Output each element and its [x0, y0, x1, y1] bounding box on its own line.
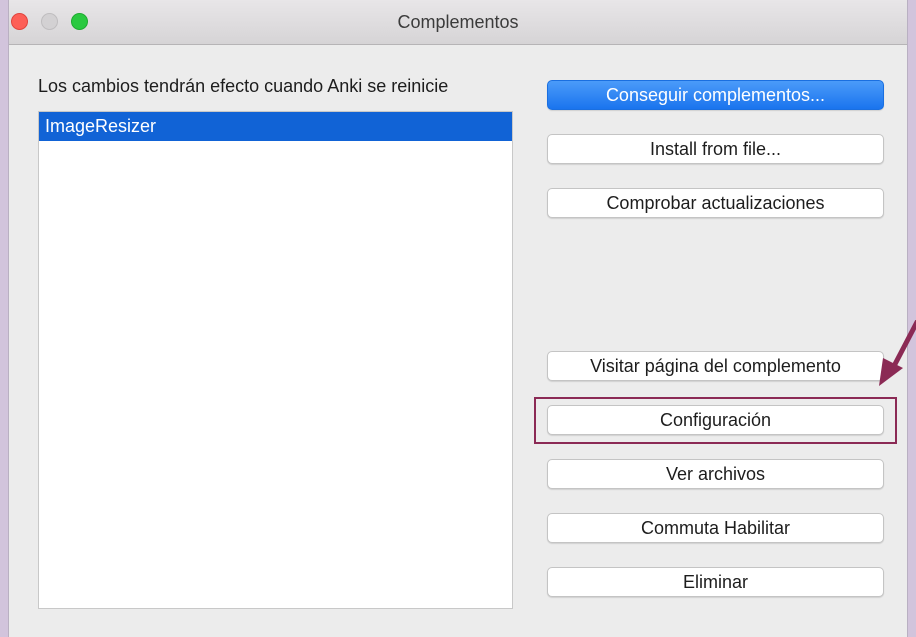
title-bar: Complementos: [9, 0, 907, 45]
visit-addon-page-button[interactable]: Visitar página del complemento: [547, 351, 884, 381]
get-addons-button[interactable]: Conseguir complementos...: [547, 80, 884, 110]
install-from-file-button[interactable]: Install from file...: [547, 134, 884, 164]
restart-notice: Los cambios tendrán efecto cuando Anki s…: [38, 76, 449, 96]
window-title: Complementos: [397, 12, 519, 32]
toggle-enabled-button[interactable]: Commuta Habilitar: [547, 513, 884, 543]
addon-list-item[interactable]: ImageResizer: [39, 112, 512, 141]
addons-window: Complementos Los cambios tendrán efecto …: [8, 0, 908, 637]
arrow-icon: [879, 320, 916, 386]
delete-button[interactable]: Eliminar: [547, 567, 884, 597]
addon-list[interactable]: ImageResizer: [38, 111, 513, 609]
view-files-button[interactable]: Ver archivos: [547, 459, 884, 489]
check-updates-button[interactable]: Comprobar actualizaciones: [547, 188, 884, 218]
config-highlight-box: [534, 397, 897, 444]
